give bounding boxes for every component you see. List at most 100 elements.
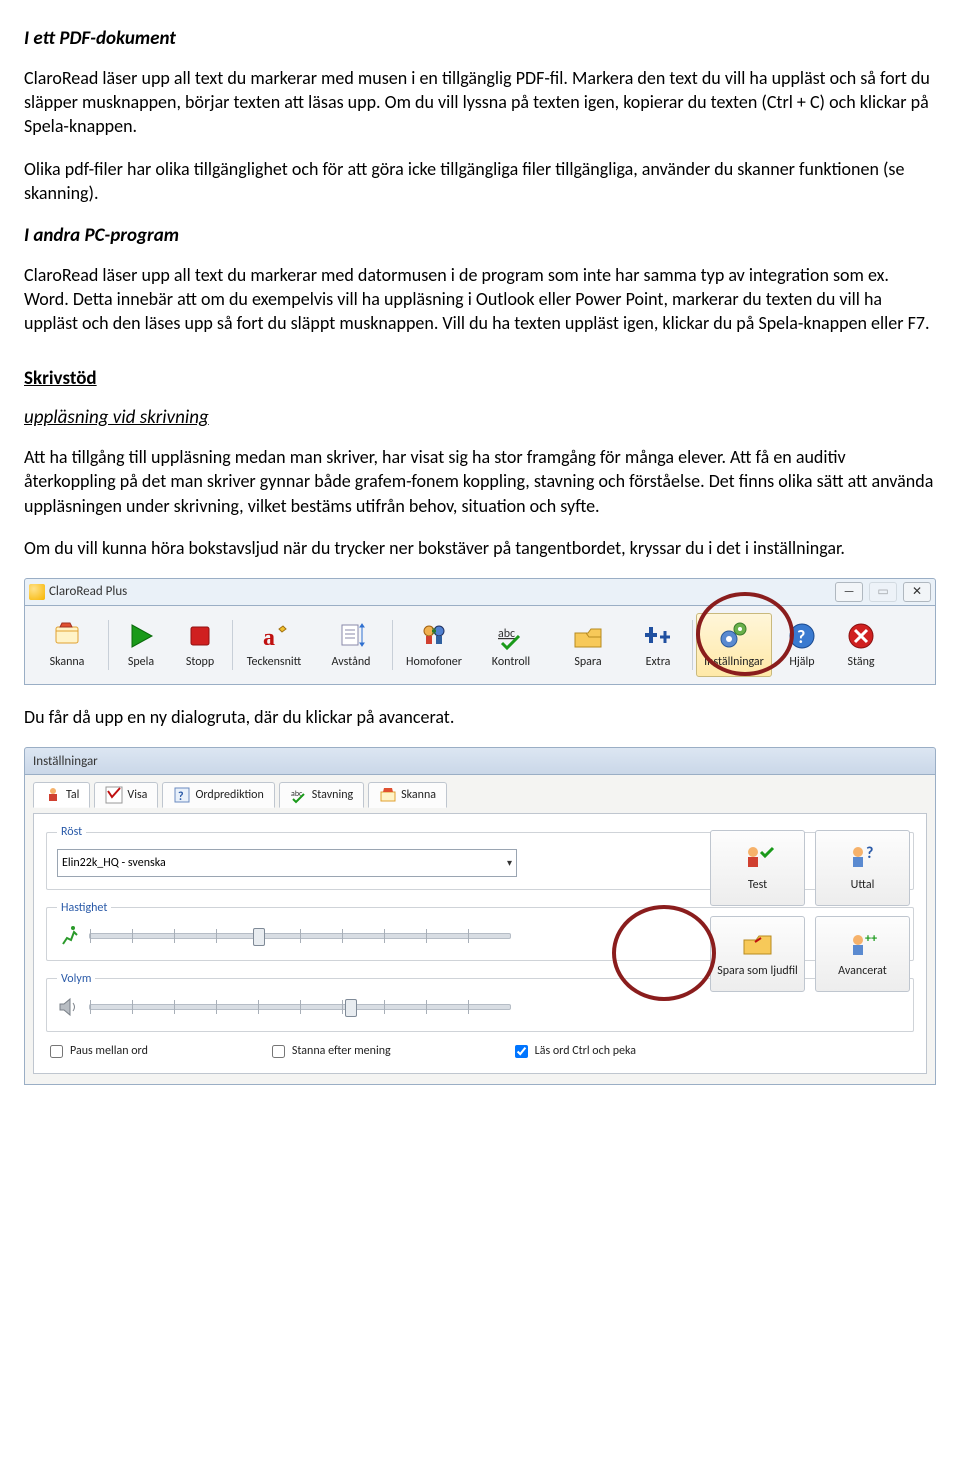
scan-icon (50, 620, 84, 652)
spara-ljud-button[interactable]: Spara som ljudfil (710, 916, 805, 992)
stang-button[interactable]: Stäng (832, 613, 890, 677)
close-icon (844, 620, 878, 652)
dialog-titlebar: Inställningar (24, 747, 936, 775)
slider-thumb[interactable] (253, 928, 265, 946)
svg-text:++: ++ (865, 932, 877, 946)
dropdown-arrow-icon: ▾ (507, 856, 512, 870)
window-titlebar: ClaroRead Plus — ▭ ✕ (24, 578, 936, 606)
tal-panel: Röst Elin22k_HQ - svenska ▾ Hastighet (33, 813, 927, 1074)
speaker-icon (57, 995, 81, 1019)
avancerat-button[interactable]: ++ Avancerat (815, 916, 910, 992)
save-icon (571, 620, 605, 652)
checkbox-input[interactable] (515, 1045, 528, 1058)
extra-button[interactable]: Extra (627, 613, 689, 677)
save-audio-icon (741, 930, 775, 960)
separator (392, 620, 393, 670)
separator (232, 620, 233, 670)
volume-legend: Volym (57, 971, 95, 987)
skrivstod-heading: Skrivstöd (24, 366, 936, 392)
homophones-icon (417, 620, 451, 652)
spela-button[interactable]: Spela (112, 613, 170, 677)
tab-tal[interactable]: Tal (33, 782, 90, 808)
tal-icon (44, 786, 62, 804)
spacing-icon (334, 620, 368, 652)
after-toolbar-text: Du får då upp en ny dialogruta, där du k… (24, 705, 936, 729)
test-button[interactable]: Test (710, 830, 805, 906)
skriv-p2: Om du vill kunna höra bokstavsljud när d… (24, 536, 936, 560)
speed-legend: Hastighet (57, 900, 111, 916)
separator (692, 620, 693, 670)
settings-dialog: Inställningar Tal Visa ? Ordprediktion (24, 747, 936, 1085)
prediction-icon: ? (173, 786, 191, 804)
svg-text:?: ? (866, 844, 873, 863)
btn-label: Spela (128, 654, 154, 670)
tabs: Tal Visa ? Ordprediktion abc Stavning (33, 781, 927, 807)
check-icon: abc (494, 620, 528, 652)
font-icon: a (257, 620, 291, 652)
hjalp-button[interactable]: ? Hjälp (773, 613, 831, 677)
stanna-checkbox[interactable]: Stanna efter mening (268, 1042, 391, 1061)
tab-ordprediktion[interactable]: ? Ordprediktion (162, 782, 274, 808)
spara-button[interactable]: Spara (550, 613, 626, 677)
checkbox-input[interactable] (272, 1045, 285, 1058)
close-button[interactable]: ✕ (903, 582, 931, 602)
tab-skanna[interactable]: Skanna (368, 782, 447, 808)
svg-text:abc: abc (498, 627, 515, 641)
runner-icon (57, 924, 81, 948)
extra-icon (641, 620, 675, 652)
kontroll-button[interactable]: abc Kontroll (473, 613, 549, 677)
avstand-button[interactable]: Avstånd (313, 613, 389, 677)
toolbar: Skanna Spela Stopp a Teckensnitt (24, 606, 936, 685)
btn-label: Avancerat (838, 963, 887, 979)
other-p1: ClaroRead läser upp all text du markerar… (24, 263, 936, 336)
pdf-p1: ClaroRead läser upp all text du markerar… (24, 66, 936, 139)
pdf-heading: I ett PDF-dokument (24, 26, 936, 52)
tab-visa[interactable]: Visa (94, 782, 158, 808)
stop-icon (183, 620, 217, 652)
upplasning-subheading: uppläsning vid skrivning (24, 405, 936, 431)
check-label: Läs ord Ctrl och peka (535, 1043, 636, 1059)
other-heading: I andra PC-program (24, 223, 936, 249)
settings-icon (717, 620, 751, 652)
btn-label: Avstånd (332, 654, 371, 670)
uttal-button[interactable]: ? Uttal (815, 830, 910, 906)
tab-label: Skanna (401, 787, 436, 803)
stopp-button[interactable]: Stopp (171, 613, 229, 677)
btn-label: Hjälp (789, 654, 814, 670)
btn-label: Inställningar (704, 654, 764, 670)
spelling-icon: abc (290, 786, 308, 804)
slider-thumb[interactable] (345, 999, 357, 1017)
btn-label: Kontroll (492, 654, 530, 670)
window-title-text: ClaroRead Plus (49, 583, 127, 601)
las-checkbox[interactable]: Läs ord Ctrl och peka (511, 1042, 636, 1061)
volume-slider[interactable] (89, 1004, 511, 1010)
app-icon (29, 584, 45, 600)
advanced-icon: ++ (846, 930, 880, 960)
minimize-button[interactable]: — (835, 582, 863, 602)
dialog-title-text: Inställningar (33, 753, 98, 771)
play-icon (124, 620, 158, 652)
voice-value: Elin22k_HQ - svenska (62, 855, 166, 871)
separator (108, 620, 109, 670)
speed-slider[interactable] (89, 933, 511, 939)
skanna-button[interactable]: Skanna (29, 613, 105, 677)
homofoner-button[interactable]: Homofoner (396, 613, 472, 677)
installningar-button[interactable]: Inställningar (696, 613, 772, 677)
btn-label: Spara (574, 654, 601, 670)
voice-select[interactable]: Elin22k_HQ - svenska ▾ (57, 849, 517, 877)
visa-icon (105, 786, 123, 804)
help-icon: ? (785, 620, 819, 652)
checkbox-input[interactable] (50, 1045, 63, 1058)
uttal-icon: ? (846, 844, 880, 874)
maximize-button[interactable]: ▭ (869, 582, 897, 602)
teckensnitt-button[interactable]: a Teckensnitt (236, 613, 312, 677)
tab-label: Tal (66, 787, 79, 803)
checkbox-row: Paus mellan ord Stanna efter mening Läs … (46, 1042, 914, 1061)
tab-stavning[interactable]: abc Stavning (279, 782, 364, 808)
check-label: Paus mellan ord (70, 1043, 148, 1059)
paus-checkbox[interactable]: Paus mellan ord (46, 1042, 148, 1061)
btn-label: Homofoner (406, 654, 462, 670)
claroread-toolbar-window: ClaroRead Plus — ▭ ✕ Skanna Spela Stopp (24, 578, 936, 685)
btn-label: Uttal (851, 877, 875, 893)
btn-label: Spara som ljudfil (717, 963, 798, 979)
